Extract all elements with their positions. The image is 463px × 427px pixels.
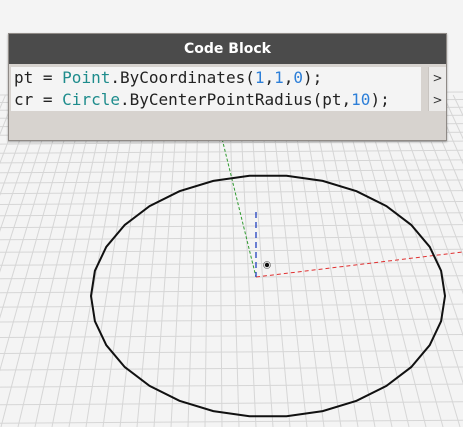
grid-line — [204, 94, 210, 427]
equals-token: = — [33, 68, 63, 87]
grid-line — [0, 248, 463, 253]
grid-line — [340, 94, 427, 427]
method-token: .ByCoordinates( — [110, 68, 255, 87]
grid-line — [0, 350, 463, 354]
output-port-cr[interactable]: > — [428, 89, 446, 111]
grid-line — [361, 94, 461, 427]
point-marker[interactable] — [263, 261, 271, 269]
number-token: 0 — [293, 68, 304, 87]
grid-line — [51, 94, 118, 427]
grid-line — [300, 94, 359, 427]
ground-grid — [0, 91, 463, 427]
grid-line — [269, 94, 308, 427]
comma-token: , — [283, 68, 294, 87]
grid-line — [0, 190, 463, 195]
method-token: .ByCenterPointRadius( — [119, 90, 323, 109]
grid-line — [391, 94, 463, 295]
grid-line — [68, 94, 129, 427]
grid-line — [0, 275, 463, 280]
code-block-node[interactable]: Code Block pt = Point.ByCoordinates(1,1,… — [8, 33, 447, 141]
grid-line — [0, 94, 78, 372]
var-token: pt — [14, 68, 34, 87]
class-token: Circle — [62, 90, 120, 109]
grid-line — [0, 212, 463, 217]
grid-line — [0, 94, 27, 165]
code-text-2[interactable]: cr = Circle.ByCenterPointRadius(pt,10); — [11, 89, 421, 111]
grid-line — [0, 236, 463, 241]
circle-geometry[interactable] — [89, 174, 447, 418]
grid-line — [279, 94, 325, 427]
grid-line — [34, 94, 108, 427]
grid-line — [0, 318, 463, 323]
grid-line — [259, 94, 291, 427]
grid-line — [289, 94, 342, 427]
grid-line — [0, 303, 463, 308]
grid-line — [0, 140, 463, 145]
grid-line — [0, 94, 68, 319]
var-token: cr — [14, 90, 34, 109]
grid-line — [0, 366, 463, 371]
grid-line — [381, 94, 463, 337]
number-token: 1 — [274, 68, 284, 87]
grid-line — [187, 94, 200, 427]
code-text-1[interactable]: pt = Point.ByCoordinates(1,1,0); — [11, 67, 421, 89]
node-title[interactable]: Code Block — [9, 34, 446, 64]
class-token: Point — [62, 68, 111, 87]
close-token: ); — [303, 68, 323, 87]
grid-line — [0, 94, 88, 427]
grid-line — [85, 94, 139, 427]
comma-token: , — [264, 68, 275, 87]
grid-line — [170, 94, 190, 427]
comma-token: , — [341, 90, 352, 109]
equals-token: = — [33, 90, 63, 109]
code-line-2[interactable]: cr = Circle.ByCenterPointRadius(pt,10); … — [9, 89, 446, 111]
grid-line — [153, 94, 179, 427]
close-token: ); — [370, 90, 390, 109]
grid-line — [442, 94, 463, 140]
grid-line — [0, 224, 463, 229]
grid-line — [0, 289, 463, 294]
grid-line — [0, 383, 463, 388]
grid-line — [0, 94, 17, 136]
grid-line — [371, 94, 463, 385]
number-token: 10 — [351, 90, 371, 109]
grid-line — [0, 94, 57, 273]
output-port-pt[interactable]: > — [428, 67, 446, 89]
grid-line — [0, 261, 463, 266]
grid-line — [0, 401, 463, 406]
grid-line — [320, 94, 393, 427]
grid-line — [422, 94, 463, 193]
arg-ref-token: pt — [322, 90, 342, 109]
grid-line — [228, 94, 240, 427]
grid-line — [218, 94, 223, 427]
code-line-1[interactable]: pt = Point.ByCoordinates(1,1,0); > — [9, 67, 446, 89]
